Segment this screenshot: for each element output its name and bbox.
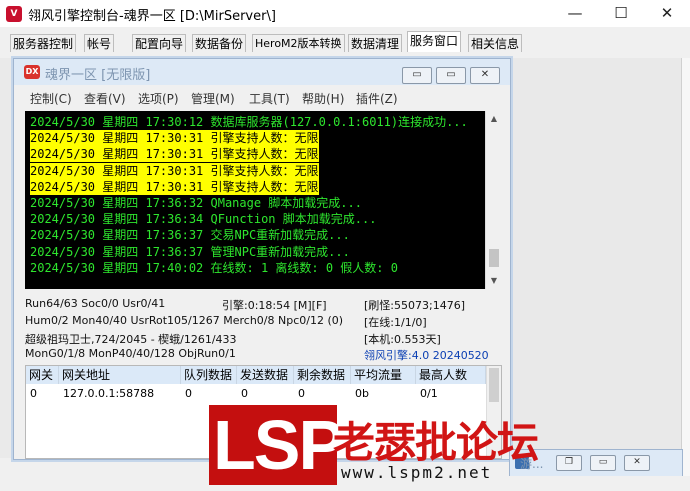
server-child-window: DX 魂界一区 [无限版] ▭ ▭ ✕ 控制(C) 查看(V) 选项(P) 管理…	[13, 58, 511, 460]
status-online: [在线:1/1/0]	[364, 316, 427, 329]
title-bar: V 翎风引擎控制台-魂界一区 [D:\MirServer\] — ☐ ✕	[0, 0, 690, 27]
status-guard: 超级祖玛卫士,724/2045 - 楔蛾/1261/433	[25, 333, 237, 346]
child-title-bar: DX 魂界一区 [无限版] ▭ ▭ ✕	[14, 59, 510, 85]
log-line: 2024/5/30 星期四 17:36:37 交易NPC重新加载完成...	[30, 228, 350, 243]
tab-herom2-convert[interactable]: HeroM2版本转换	[252, 34, 345, 53]
child-close-button[interactable]: ✕	[470, 67, 500, 84]
cell-remain-data: 0	[298, 387, 305, 400]
menu-options[interactable]: 选项(P)	[138, 90, 179, 107]
log-line: 2024/5/30 星期四 17:36:34 QFunction 脚本加载完成.…	[30, 212, 377, 227]
log-line: 2024/5/30 星期四 17:36:32 QManage 脚本加载完成...	[30, 196, 362, 210]
window-title: 翎风引擎控制台-魂界一区 [D:\MirServer\]	[28, 9, 276, 24]
cell-gateway-address: 127.0.0.1:58788	[63, 387, 155, 400]
left-panel-edge	[0, 58, 13, 458]
tab-account[interactable]: 帐号	[84, 34, 115, 53]
mini-restore-button[interactable]: ❐	[556, 455, 582, 471]
close-button[interactable]: ✕	[644, 0, 690, 27]
status-refresh: [刷怪:55073;1476]	[364, 299, 465, 312]
child-window-title: 魂界一区 [无限版]	[45, 68, 151, 83]
scroll-thumb[interactable]	[489, 249, 499, 267]
col-queue-data[interactable]: 队列数据	[181, 366, 237, 384]
watermark-brand: 老瑟批论坛	[333, 418, 539, 467]
tab-service-window[interactable]: 服务窗口	[407, 31, 462, 53]
col-gateway[interactable]: 网关	[26, 366, 59, 384]
menu-tools[interactable]: 工具(T)	[249, 90, 290, 107]
mini-close-button[interactable]: ✕	[624, 455, 650, 471]
mini-maximize-button[interactable]: ▭	[590, 455, 616, 471]
dx-icon: DX	[24, 65, 40, 79]
col-avg-traffic[interactable]: 平均流量	[351, 366, 416, 384]
scroll-up-icon[interactable]: ▲	[486, 111, 502, 127]
tab-related-info[interactable]: 相关信息	[468, 34, 523, 53]
log-line: 2024/5/30 星期四 17:30:31 引擎支持人数：无限	[30, 130, 319, 147]
log-line: 2024/5/30 星期四 17:40:02 在线数: 1 离线数: 0 假人数…	[30, 260, 398, 275]
tab-config-wizard[interactable]: 配置向导	[132, 34, 187, 53]
maximize-button[interactable]: ☐	[598, 0, 644, 27]
log-line: 2024/5/30 星期四 17:36:37 管理NPC重新加载完成...	[30, 244, 350, 259]
mdi-background	[509, 58, 682, 458]
col-gateway-address[interactable]: 网关地址	[59, 366, 181, 384]
log-line: 2024/5/30 星期四 17:30:31 引擎支持人数：无限	[30, 162, 319, 179]
table-scroll-thumb[interactable]	[489, 368, 499, 402]
minimize-button[interactable]: —	[552, 0, 598, 27]
child-minimize-button[interactable]: ▭	[402, 67, 432, 84]
app-icon: V	[6, 6, 22, 22]
tab-server-control[interactable]: 服务器控制	[10, 34, 77, 53]
log-line: 2024/5/30 星期四 17:30:12 数据库服务器(127.0.0.1:…	[30, 115, 468, 129]
tab-data-cleanup[interactable]: 数据清理	[348, 34, 403, 53]
watermark-logo-block: LSP	[209, 405, 345, 485]
log-scrollbar[interactable]: ▲ ▼	[485, 111, 502, 289]
col-max-users[interactable]: 最高人数	[416, 366, 486, 384]
server-log[interactable]: 2024/5/30 星期四 17:30:12 数据库服务器(127.0.0.1:…	[25, 111, 485, 289]
status-run: Run64/63 Soc0/0 Usr0/41	[25, 297, 166, 310]
tab-data-backup[interactable]: 数据备份	[192, 34, 247, 53]
cell-gateway: 0	[30, 387, 37, 400]
main-tabs: 服务器控制 帐号 配置向导 数据备份 HeroM2版本转换 数据清理 服务窗口 …	[0, 27, 690, 53]
table-header: 网关 网关地址 队列数据 发送数据 剩余数据 平均流量 最高人数	[26, 366, 486, 384]
menu-manage[interactable]: 管理(M)	[191, 90, 235, 107]
scroll-down-icon[interactable]: ▼	[486, 273, 502, 289]
cell-avg-traffic: 0b	[355, 387, 369, 400]
watermark-url: www.lspm2.net	[341, 463, 493, 482]
menu-plugins[interactable]: 插件(Z)	[356, 90, 398, 107]
watermark-logo: LSP	[213, 406, 345, 484]
cell-max-users: 0/1	[420, 387, 438, 400]
vertical-scrollbar[interactable]	[681, 58, 690, 491]
status-engine-time: 引擎:0:18:54 [M][F]	[222, 299, 327, 312]
child-restore-button[interactable]: ▭	[436, 67, 466, 84]
log-line: 2024/5/30 星期四 17:30:31 引擎支持人数：无限	[30, 178, 319, 195]
watermark: LSP 老瑟批论坛 www.lspm2.net	[209, 405, 539, 491]
menu-help[interactable]: 帮助(H)	[302, 90, 344, 107]
cell-send-data: 0	[241, 387, 248, 400]
status-hum: Hum0/2 Mon40/40 UsrRot105/1267 Merch0/8 …	[25, 314, 344, 327]
col-remain-data[interactable]: 剩余数据	[294, 366, 351, 384]
child-menu-bar: 控制(C) 查看(V) 选项(P) 管理(M) 工具(T) 帮助(H) 插件(Z…	[14, 86, 510, 108]
status-mon: MonG0/1/8 MonP40/40/128 ObjRun0/1	[25, 347, 236, 360]
menu-view[interactable]: 查看(V)	[84, 90, 126, 107]
menu-control[interactable]: 控制(C)	[30, 90, 72, 107]
engine-version: 翎风引擎:4.0 20240520	[364, 349, 489, 362]
status-local: [本机:0.553天]	[364, 333, 441, 346]
col-send-data[interactable]: 发送数据	[237, 366, 294, 384]
log-line: 2024/5/30 星期四 17:30:31 引擎支持人数：无限	[30, 146, 319, 163]
cell-queue-data: 0	[185, 387, 192, 400]
